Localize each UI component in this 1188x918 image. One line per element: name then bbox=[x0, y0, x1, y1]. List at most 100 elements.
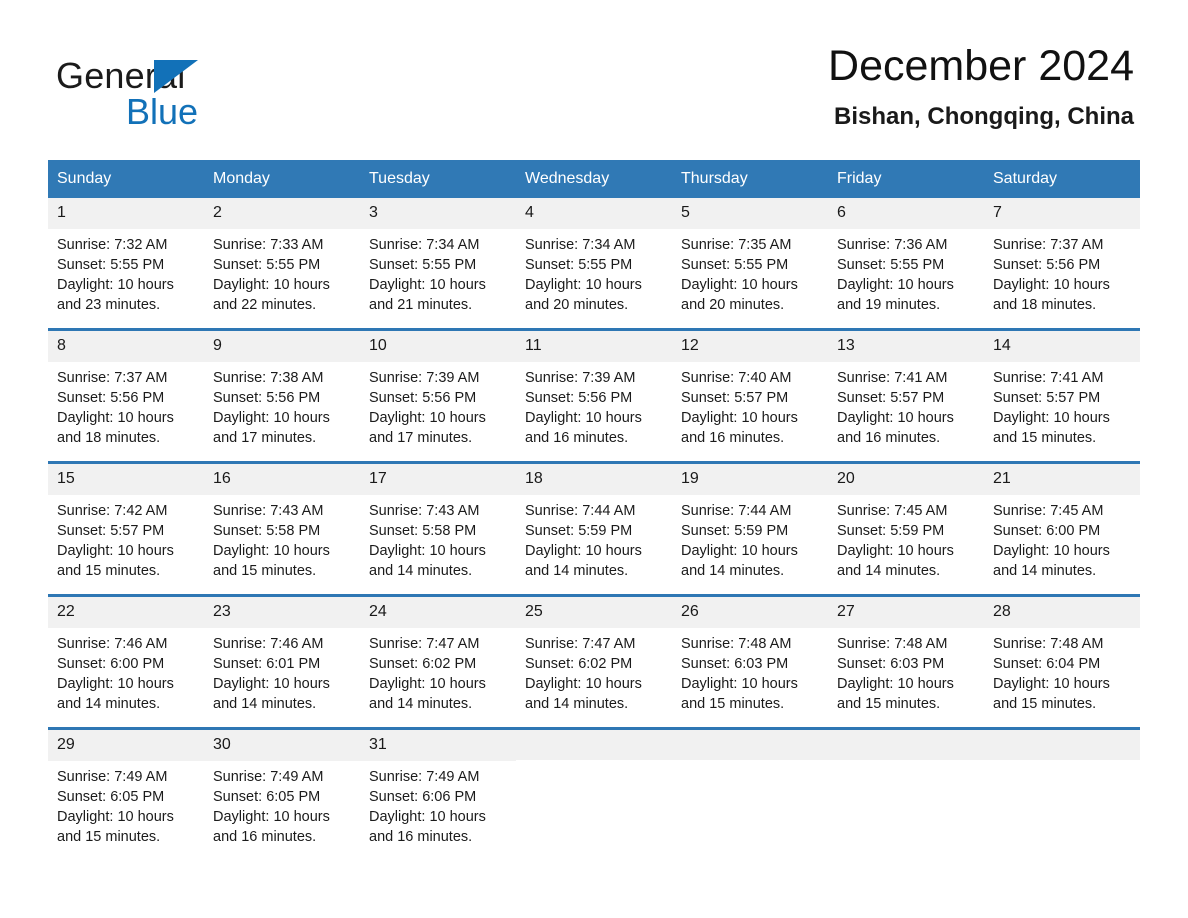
day-number: 24 bbox=[360, 597, 516, 628]
daylight-duration-line1: Daylight: 10 hours bbox=[993, 276, 1110, 293]
calendar-day-cell[interactable]: 18 Sunrise: 7:44 AM Sunset: 5:59 PM Dayligh… bbox=[516, 464, 672, 585]
calendar-day-cell[interactable]: 16 Sunrise: 7:43 AM Sunset: 5:58 PM Dayligh… bbox=[204, 464, 360, 585]
sunset-time: Sunset: 5:59 PM bbox=[837, 522, 945, 539]
calendar-day-cell[interactable]: 30 Sunrise: 7:49 AM Sunset: 6:05 PM Dayligh… bbox=[204, 730, 360, 851]
sunrise-time: Sunrise: 7:45 AM bbox=[993, 502, 1104, 519]
sunrise-time: Sunrise: 7:47 AM bbox=[369, 635, 480, 652]
daylight-duration-line2: and 15 minutes. bbox=[57, 562, 161, 579]
day-number: 20 bbox=[828, 464, 984, 495]
calendar-day-cell-empty bbox=[984, 730, 1140, 851]
daylight-duration-line1: Daylight: 10 hours bbox=[681, 675, 798, 692]
sunrise-time: Sunrise: 7:42 AM bbox=[57, 502, 168, 519]
sunset-time: Sunset: 5:59 PM bbox=[525, 522, 633, 539]
day-sun-info: Sunrise: 7:49 AM Sunset: 6:05 PM Daylight:… bbox=[204, 761, 360, 847]
sunrise-time: Sunrise: 7:49 AM bbox=[369, 768, 480, 785]
sunset-time: Sunset: 5:57 PM bbox=[993, 389, 1101, 406]
calendar-day-cell[interactable]: 12 Sunrise: 7:40 AM Sunset: 5:57 PM Dayligh… bbox=[672, 331, 828, 452]
calendar-day-cell[interactable]: 23 Sunrise: 7:46 AM Sunset: 6:01 PM Dayligh… bbox=[204, 597, 360, 718]
calendar-day-cell[interactable]: 25 Sunrise: 7:47 AM Sunset: 6:02 PM Dayligh… bbox=[516, 597, 672, 718]
daylight-duration-line2: and 15 minutes. bbox=[993, 429, 1097, 446]
daylight-duration-line1: Daylight: 10 hours bbox=[993, 409, 1110, 426]
calendar-day-cell[interactable]: 28 Sunrise: 7:48 AM Sunset: 6:04 PM Dayligh… bbox=[984, 597, 1140, 718]
sunrise-time: Sunrise: 7:45 AM bbox=[837, 502, 948, 519]
calendar-day-cell[interactable]: 22 Sunrise: 7:46 AM Sunset: 6:00 PM Dayligh… bbox=[48, 597, 204, 718]
daylight-duration-line1: Daylight: 10 hours bbox=[837, 409, 954, 426]
calendar-day-cell[interactable]: 4 Sunrise: 7:34 AM Sunset: 5:55 PM Daylight… bbox=[516, 198, 672, 319]
day-number: 21 bbox=[984, 464, 1140, 495]
calendar-day-cell[interactable]: 31 Sunrise: 7:49 AM Sunset: 6:06 PM Dayligh… bbox=[360, 730, 516, 851]
generalblue-logo[interactable]: General Blue bbox=[48, 44, 308, 130]
day-sun-info: Sunrise: 7:33 AM Sunset: 5:55 PM Daylight:… bbox=[204, 229, 360, 315]
daylight-duration-line1: Daylight: 10 hours bbox=[57, 276, 174, 293]
day-number: 9 bbox=[204, 331, 360, 362]
logo-text-blue: Blue bbox=[126, 91, 199, 132]
sunrise-time: Sunrise: 7:35 AM bbox=[681, 236, 792, 253]
day-number: 27 bbox=[828, 597, 984, 628]
calendar-day-cell[interactable]: 13 Sunrise: 7:41 AM Sunset: 5:57 PM Dayligh… bbox=[828, 331, 984, 452]
calendar-day-cell[interactable]: 10 Sunrise: 7:39 AM Sunset: 5:56 PM Dayligh… bbox=[360, 331, 516, 452]
calendar-day-cell[interactable]: 29 Sunrise: 7:49 AM Sunset: 6:05 PM Dayligh… bbox=[48, 730, 204, 851]
weekday-monday: Monday bbox=[213, 170, 270, 187]
calendar-day-cell[interactable]: 11 Sunrise: 7:39 AM Sunset: 5:56 PM Dayligh… bbox=[516, 331, 672, 452]
day-number: 30 bbox=[204, 730, 360, 761]
day-sun-info: Sunrise: 7:43 AM Sunset: 5:58 PM Daylight:… bbox=[204, 495, 360, 581]
daylight-duration-line2: and 18 minutes. bbox=[57, 429, 161, 446]
daylight-duration-line1: Daylight: 10 hours bbox=[525, 409, 642, 426]
sunset-time: Sunset: 6:04 PM bbox=[993, 655, 1101, 672]
sunrise-time: Sunrise: 7:48 AM bbox=[681, 635, 792, 652]
daylight-duration-line1: Daylight: 10 hours bbox=[681, 542, 798, 559]
day-number: 4 bbox=[516, 198, 672, 229]
sunset-time: Sunset: 5:56 PM bbox=[57, 389, 165, 406]
daylight-duration-line2: and 16 minutes. bbox=[369, 828, 473, 845]
sunset-time: Sunset: 6:05 PM bbox=[57, 788, 165, 805]
calendar-day-cell[interactable]: 27 Sunrise: 7:48 AM Sunset: 6:03 PM Dayligh… bbox=[828, 597, 984, 718]
calendar-day-cell[interactable]: 14 Sunrise: 7:41 AM Sunset: 5:57 PM Dayligh… bbox=[984, 331, 1140, 452]
calendar-day-cell[interactable]: 6 Sunrise: 7:36 AM Sunset: 5:55 PM Daylight… bbox=[828, 198, 984, 319]
day-sun-info: Sunrise: 7:37 AM Sunset: 5:56 PM Daylight:… bbox=[48, 362, 204, 448]
day-number: 28 bbox=[984, 597, 1140, 628]
day-sun-info: Sunrise: 7:40 AM Sunset: 5:57 PM Daylight:… bbox=[672, 362, 828, 448]
calendar-day-cell[interactable]: 15 Sunrise: 7:42 AM Sunset: 5:57 PM Dayligh… bbox=[48, 464, 204, 585]
daylight-duration-line2: and 16 minutes. bbox=[525, 429, 629, 446]
calendar-day-cell[interactable]: 8 Sunrise: 7:37 AM Sunset: 5:56 PM Daylight… bbox=[48, 331, 204, 452]
daylight-duration-line1: Daylight: 10 hours bbox=[525, 276, 642, 293]
calendar-page: General Blue December 2024 Bishan, Chong… bbox=[0, 0, 1188, 918]
calendar-day-cell[interactable]: 19 Sunrise: 7:44 AM Sunset: 5:59 PM Dayligh… bbox=[672, 464, 828, 585]
day-number: 18 bbox=[516, 464, 672, 495]
daylight-duration-line1: Daylight: 10 hours bbox=[993, 675, 1110, 692]
daylight-duration-line1: Daylight: 10 hours bbox=[369, 409, 486, 426]
calendar-day-cell[interactable]: 21 Sunrise: 7:45 AM Sunset: 6:00 PM Dayligh… bbox=[984, 464, 1140, 585]
daylight-duration-line1: Daylight: 10 hours bbox=[213, 409, 330, 426]
day-number bbox=[672, 730, 828, 761]
calendar-day-cell[interactable]: 7 Sunrise: 7:37 AM Sunset: 5:56 PM Daylight… bbox=[984, 198, 1140, 319]
daylight-duration-line2: and 14 minutes. bbox=[369, 695, 473, 712]
day-number: 10 bbox=[360, 331, 516, 362]
calendar-day-cell[interactable]: 17 Sunrise: 7:43 AM Sunset: 5:58 PM Dayligh… bbox=[360, 464, 516, 585]
day-sun-info: Sunrise: 7:44 AM Sunset: 5:59 PM Daylight:… bbox=[672, 495, 828, 581]
daylight-duration-line1: Daylight: 10 hours bbox=[213, 675, 330, 692]
sunset-time: Sunset: 5:55 PM bbox=[57, 256, 165, 273]
calendar-day-cell[interactable]: 5 Sunrise: 7:35 AM Sunset: 5:55 PM Daylight… bbox=[672, 198, 828, 319]
calendar-week-row: 1 Sunrise: 7:32 AM Sunset: 5:55 PM Daylight… bbox=[48, 198, 1140, 319]
calendar-day-cell[interactable]: 9 Sunrise: 7:38 AM Sunset: 5:56 PM Daylight… bbox=[204, 331, 360, 452]
day-number: 23 bbox=[204, 597, 360, 628]
daylight-duration-line2: and 19 minutes. bbox=[837, 296, 941, 313]
weekday-tuesday: Tuesday bbox=[369, 170, 430, 187]
day-sun-info: Sunrise: 7:49 AM Sunset: 6:05 PM Daylight:… bbox=[48, 761, 204, 847]
sunrise-time: Sunrise: 7:40 AM bbox=[681, 369, 792, 386]
day-sun-info: Sunrise: 7:34 AM Sunset: 5:55 PM Daylight:… bbox=[360, 229, 516, 315]
calendar-day-cell[interactable]: 20 Sunrise: 7:45 AM Sunset: 5:59 PM Dayligh… bbox=[828, 464, 984, 585]
day-sun-info: Sunrise: 7:47 AM Sunset: 6:02 PM Daylight:… bbox=[360, 628, 516, 714]
calendar-day-cell[interactable]: 3 Sunrise: 7:34 AM Sunset: 5:55 PM Daylight… bbox=[360, 198, 516, 319]
sunrise-time: Sunrise: 7:48 AM bbox=[837, 635, 948, 652]
daylight-duration-line1: Daylight: 10 hours bbox=[837, 542, 954, 559]
calendar-day-cell[interactable]: 26 Sunrise: 7:48 AM Sunset: 6:03 PM Dayligh… bbox=[672, 597, 828, 718]
calendar-day-cell[interactable]: 24 Sunrise: 7:47 AM Sunset: 6:02 PM Dayligh… bbox=[360, 597, 516, 718]
sunrise-time: Sunrise: 7:48 AM bbox=[993, 635, 1104, 652]
day-sun-info: Sunrise: 7:39 AM Sunset: 5:56 PM Daylight:… bbox=[516, 362, 672, 448]
calendar-day-cell[interactable]: 1 Sunrise: 7:32 AM Sunset: 5:55 PM Daylight… bbox=[48, 198, 204, 319]
sunrise-time: Sunrise: 7:34 AM bbox=[369, 236, 480, 253]
sunrise-time: Sunrise: 7:38 AM bbox=[213, 369, 324, 386]
calendar-day-cell[interactable]: 2 Sunrise: 7:33 AM Sunset: 5:55 PM Daylight… bbox=[204, 198, 360, 319]
sunrise-time: Sunrise: 7:46 AM bbox=[213, 635, 324, 652]
